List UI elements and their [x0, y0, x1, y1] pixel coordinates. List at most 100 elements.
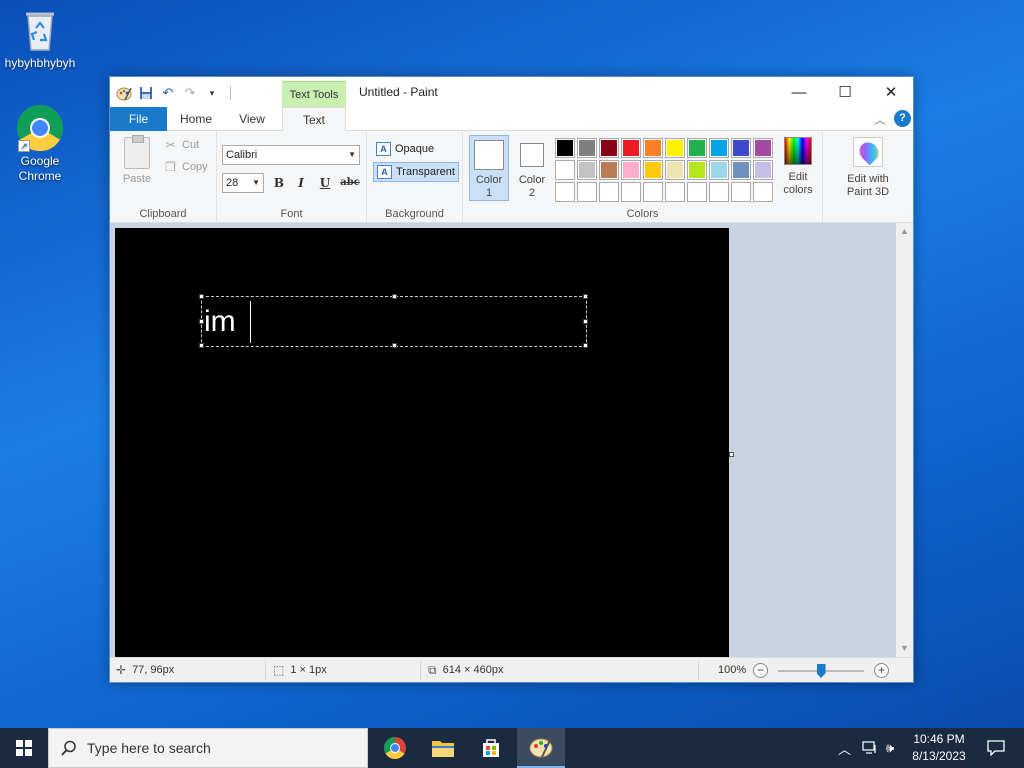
palette-swatch[interactable]	[621, 160, 641, 180]
transparent-button[interactable]: A Transparent	[373, 162, 459, 182]
show-hidden-icons[interactable]: ︿	[838, 728, 851, 768]
palette-swatch[interactable]	[687, 160, 707, 180]
paste-button[interactable]: Paste	[120, 135, 154, 185]
palette-swatch[interactable]	[555, 160, 575, 180]
font-size-select[interactable]: 28 ▼	[222, 173, 264, 193]
zoom-in-button[interactable]: +	[874, 663, 889, 678]
color2-button[interactable]: Color 2	[512, 135, 552, 201]
taskbar-paint[interactable]	[517, 728, 565, 768]
taskbar-store[interactable]	[467, 728, 515, 768]
maximize-button[interactable]: ☐	[822, 77, 868, 107]
transparent-label: Transparent	[396, 166, 455, 178]
palette-swatch-color	[623, 162, 639, 178]
palette-swatch[interactable]	[665, 182, 685, 202]
palette-swatch[interactable]	[577, 182, 597, 202]
textbox-resize-handle[interactable]	[583, 343, 588, 348]
palette-swatch[interactable]	[709, 138, 729, 158]
customize-qat-icon[interactable]: ▾	[204, 85, 220, 101]
vertical-scrollbar[interactable]: ▲ ▼	[896, 223, 913, 657]
tab-view[interactable]: View	[226, 107, 278, 131]
font-size-value: 28	[226, 177, 239, 189]
bold-button[interactable]: B	[269, 173, 289, 193]
palette-swatch[interactable]	[753, 182, 773, 202]
palette-swatch[interactable]	[731, 182, 751, 202]
taskbar-file-explorer[interactable]	[419, 728, 467, 768]
textbox-resize-handle[interactable]	[199, 343, 204, 348]
taskbar-search-box[interactable]: Type here to search	[48, 728, 368, 768]
help-icon[interactable]: ?	[894, 110, 911, 127]
palette-swatch[interactable]	[753, 138, 773, 158]
font-group-label: Font	[280, 208, 303, 220]
palette-swatch[interactable]	[731, 138, 751, 158]
minimize-button[interactable]: —	[776, 77, 822, 107]
palette-swatch[interactable]	[577, 138, 597, 158]
redo-icon[interactable]: ↷	[182, 85, 198, 101]
network-icon[interactable]	[862, 728, 878, 768]
close-button[interactable]: ✕	[868, 77, 914, 107]
tab-file[interactable]: File	[110, 107, 167, 131]
textbox-resize-handle[interactable]	[392, 294, 397, 299]
chrome-label-line1: Google	[20, 154, 60, 168]
underline-button[interactable]: U	[315, 173, 335, 193]
palette-swatch[interactable]	[665, 160, 685, 180]
textbox-resize-handle[interactable]	[583, 294, 588, 299]
palette-swatch[interactable]	[687, 138, 707, 158]
save-icon[interactable]	[138, 85, 154, 101]
palette-swatch[interactable]	[599, 138, 619, 158]
collapse-ribbon-icon[interactable]: ︿	[874, 111, 886, 128]
tab-home[interactable]: Home	[170, 107, 222, 131]
recycle-bin-desktop-icon[interactable]: hybyhbhybyh	[0, 6, 80, 71]
edit-with-paint3d-button[interactable]: Edit with Paint 3D	[827, 135, 909, 199]
zoom-slider[interactable]	[778, 664, 864, 678]
chevron-down-icon: ▼	[348, 150, 356, 159]
start-button[interactable]	[0, 728, 48, 768]
tab-text[interactable]: Text	[282, 107, 346, 132]
chrome-icon	[384, 737, 406, 759]
palette-swatch[interactable]	[621, 182, 641, 202]
palette-swatch[interactable]	[577, 160, 597, 180]
color1-button[interactable]: Color 1	[469, 135, 509, 201]
notifications-button[interactable]	[976, 728, 1016, 768]
font-family-select[interactable]: Calibri ▼	[222, 145, 360, 165]
undo-icon[interactable]: ↶	[160, 85, 176, 101]
palette-swatch[interactable]	[665, 138, 685, 158]
palette-swatch[interactable]	[731, 160, 751, 180]
text-box[interactable]: im	[199, 294, 588, 348]
palette-swatch[interactable]	[643, 138, 663, 158]
opaque-button[interactable]: A Opaque	[373, 139, 459, 159]
palette-swatch[interactable]	[555, 182, 575, 202]
palette-swatch[interactable]	[709, 182, 729, 202]
textbox-resize-handle[interactable]	[583, 319, 588, 324]
palette-swatch[interactable]	[709, 160, 729, 180]
palette-swatch[interactable]	[643, 182, 663, 202]
volume-icon[interactable]: 🕪	[886, 728, 894, 768]
paint-app-icon[interactable]	[116, 85, 132, 101]
chrome-desktop-icon[interactable]: ↗ Google Chrome	[0, 104, 80, 184]
scroll-up-icon[interactable]: ▲	[896, 223, 913, 240]
zoom-slider-thumb[interactable]	[816, 664, 826, 678]
copy-button[interactable]: ❐ Copy	[164, 160, 208, 174]
palette-swatch[interactable]	[687, 182, 707, 202]
palette-swatch[interactable]	[599, 182, 619, 202]
canvas-resize-handle[interactable]	[729, 452, 734, 457]
palette-swatch[interactable]	[621, 138, 641, 158]
textbox-resize-handle[interactable]	[199, 294, 204, 299]
edit-colors-button[interactable]: Edit colors	[777, 135, 819, 197]
canvas-size-icon: ⧉	[428, 663, 437, 677]
palette-swatch[interactable]	[599, 160, 619, 180]
palette-swatch[interactable]	[555, 138, 575, 158]
strikethrough-button[interactable]: abc	[337, 173, 363, 193]
scroll-down-icon[interactable]: ▼	[896, 640, 913, 657]
italic-button[interactable]: I	[291, 173, 311, 193]
textbox-resize-handle[interactable]	[392, 343, 397, 348]
search-icon	[61, 740, 76, 756]
taskbar-chrome[interactable]	[371, 728, 419, 768]
zoom-out-button[interactable]: −	[753, 663, 768, 678]
system-clock[interactable]: 10:46 PM 8/13/2023	[904, 731, 974, 765]
palette-swatch[interactable]	[753, 160, 773, 180]
cut-button[interactable]: ✂ Cut	[164, 138, 199, 152]
palette-swatch[interactable]	[643, 160, 663, 180]
palette-swatch-color	[579, 162, 595, 178]
drawing-canvas[interactable]: im	[115, 228, 729, 657]
clock-time: 10:46 PM	[913, 732, 965, 746]
